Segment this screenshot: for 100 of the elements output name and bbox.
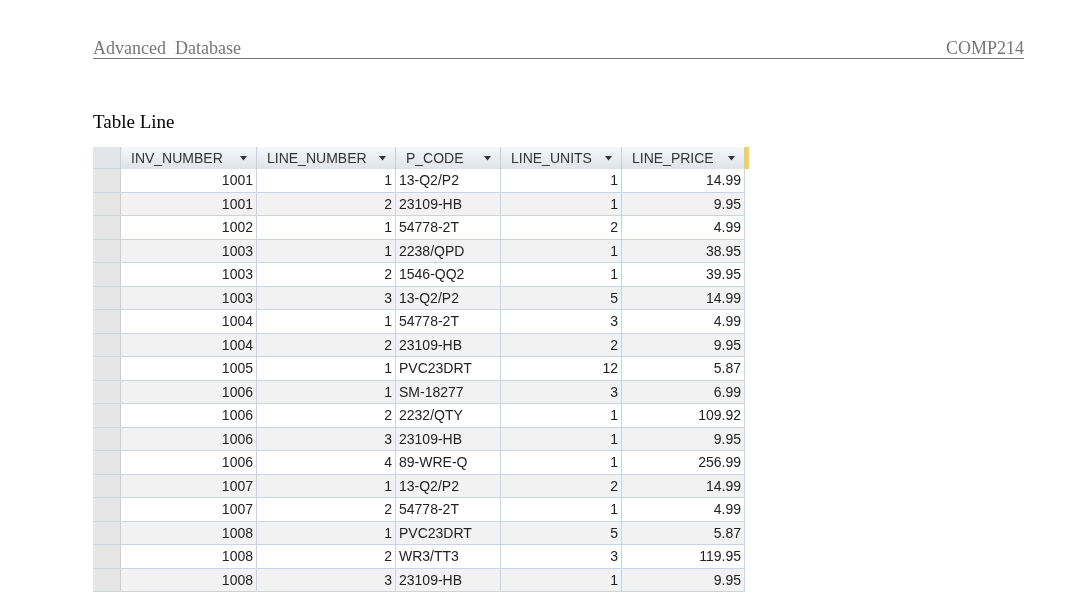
table-cell: 1004 — [221, 313, 253, 329]
table-cell: 3 — [384, 289, 392, 306]
table-cell: 3 — [610, 383, 618, 400]
row-selector[interactable] — [93, 357, 121, 381]
table-cell: 1006 — [221, 454, 253, 470]
table-cell: 2238/QPD — [399, 242, 465, 259]
table-cell: 1 — [610, 430, 618, 447]
table-cell: 2 — [610, 477, 618, 494]
dropdown-arrow-icon[interactable] — [727, 155, 736, 161]
table-cell: 1008 — [221, 571, 253, 588]
table-cell: 3 — [610, 548, 618, 564]
row-selector[interactable] — [93, 568, 121, 592]
table-cell: 2 — [384, 266, 392, 282]
row-selector[interactable] — [93, 498, 121, 522]
row-selector[interactable] — [93, 310, 121, 334]
row-selector[interactable] — [93, 333, 121, 357]
table-cell: 12 — [602, 360, 618, 376]
row-selector[interactable] — [93, 192, 121, 216]
column-header[interactable]: LINE_NUMBER — [257, 147, 396, 169]
table-cell: 23109-HB — [399, 571, 463, 588]
row-selector[interactable] — [93, 474, 121, 498]
table-cell: 1 — [384, 242, 392, 259]
select-all-corner[interactable] — [93, 147, 121, 169]
row-selector[interactable] — [93, 545, 121, 569]
table-cell: 2 — [610, 336, 618, 353]
column-header[interactable]: LINE_UNITS — [501, 147, 622, 169]
table-cell: 23109-HB — [399, 430, 463, 447]
table-cell: 38.95 — [705, 242, 741, 259]
table-cell: 1 — [610, 195, 618, 212]
header-title: Advanced Database — [93, 38, 241, 58]
table-cell: 1 — [610, 407, 618, 423]
table-cell: 1 — [610, 172, 618, 188]
table-cell: 1 — [610, 571, 618, 588]
table-cell: 1003 — [221, 242, 253, 259]
row-selector[interactable] — [93, 380, 121, 404]
table-cell: 9.95 — [713, 336, 741, 353]
table-cell: 1 — [384, 172, 392, 188]
table-cell: 39.95 — [705, 266, 741, 282]
table-cell: 1007 — [221, 477, 253, 494]
table-cell: 14.99 — [705, 289, 741, 306]
table-cell: 6.99 — [713, 383, 741, 400]
table-cell: 4 — [384, 454, 392, 470]
row-selector[interactable] — [93, 404, 121, 428]
table-cell: 1 — [384, 313, 392, 329]
table-cell: 1002 — [221, 219, 253, 235]
table-cell: 5.87 — [713, 524, 741, 541]
table-cell: 1003 — [221, 289, 253, 306]
table-cell: 4.99 — [713, 501, 741, 517]
table-cell: 1004 — [221, 336, 253, 353]
table-cell: 3 — [384, 571, 392, 588]
table-cell: PVC23DRT — [399, 360, 472, 376]
section-heading: Table Line — [93, 111, 176, 133]
table-cell: 54778-2T — [399, 501, 459, 517]
table-cell: 109.92 — [698, 407, 741, 423]
table-cell: 1005 — [221, 360, 253, 376]
table-cell: 1 — [610, 454, 618, 470]
row-selector[interactable] — [93, 216, 121, 240]
row-selector[interactable] — [93, 263, 121, 287]
table-cell: 2 — [384, 407, 392, 423]
table-cell: 1 — [610, 242, 618, 259]
table-cell: 13-Q2/P2 — [399, 477, 459, 494]
table-cell: 1006 — [221, 383, 253, 400]
table-cell: 2 — [384, 548, 392, 564]
table-cell: 9.95 — [713, 571, 741, 588]
table-cell: 1001 — [221, 195, 253, 212]
table-cell: 1 — [384, 383, 392, 400]
table-cell: 1 — [610, 266, 618, 282]
table-cell: 1006 — [221, 407, 253, 423]
table-cell: 13-Q2/P2 — [399, 172, 459, 188]
table-cell: 1 — [384, 477, 392, 494]
table-cell: 1 — [384, 360, 392, 376]
row-selector[interactable] — [93, 286, 121, 310]
row-selector[interactable] — [93, 239, 121, 263]
table-cell: 2 — [610, 219, 618, 235]
table-cell: 54778-2T — [399, 313, 459, 329]
table-cell: PVC23DRT — [399, 524, 472, 541]
table-cell: 1 — [610, 501, 618, 517]
table-cell: 5 — [610, 524, 618, 541]
table-cell: 5 — [610, 289, 618, 306]
table-cell: 119.95 — [699, 548, 741, 564]
table-cell: 23109-HB — [399, 195, 463, 212]
table-cell: 89-WRE-Q — [399, 454, 468, 470]
row-selector[interactable] — [93, 521, 121, 545]
column-header[interactable]: P_CODE — [396, 147, 501, 169]
table-cell: 2 — [384, 501, 392, 517]
dropdown-arrow-icon[interactable] — [378, 155, 387, 161]
row-selector[interactable] — [93, 451, 121, 475]
row-selector[interactable] — [93, 427, 121, 451]
column-header[interactable]: INV_NUMBER — [121, 147, 257, 169]
table-cell: 5.87 — [713, 360, 741, 376]
table-cell: 4.99 — [713, 313, 741, 329]
table-cell: 9.95 — [713, 430, 741, 447]
table-cell: 1008 — [221, 548, 253, 564]
table-cell: 13-Q2/P2 — [399, 289, 459, 306]
dropdown-arrow-icon[interactable] — [239, 155, 248, 161]
table-cell: WR3/TT3 — [399, 548, 459, 564]
dropdown-arrow-icon[interactable] — [483, 155, 492, 161]
table-cell: 14.99 — [705, 172, 741, 188]
dropdown-arrow-icon[interactable] — [604, 155, 613, 161]
row-selector[interactable] — [93, 169, 121, 193]
